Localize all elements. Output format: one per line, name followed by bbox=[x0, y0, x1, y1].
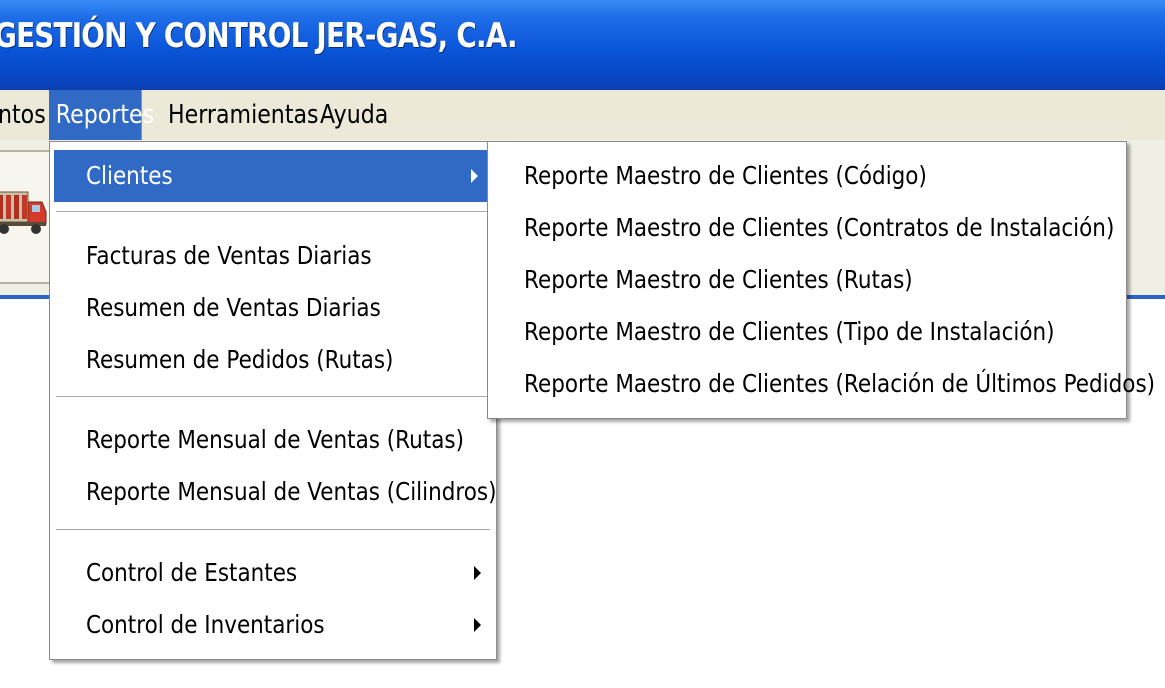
submenu-item-label: Reporte Maestro de Clientes (Código) bbox=[524, 161, 927, 190]
menu-item-resumen-ventas-diarias[interactable]: Resumen de Ventas Diarias bbox=[54, 282, 492, 334]
chevron-right-icon bbox=[474, 618, 481, 632]
menu-item-facturas-ventas-diarias[interactable]: Facturas de Ventas Diarias bbox=[54, 230, 492, 282]
reportes-menu: Clientes Facturas de Ventas Diarias Resu… bbox=[49, 141, 497, 660]
menu-movimientos[interactable]: ntos bbox=[0, 90, 46, 140]
menu-separator bbox=[56, 396, 490, 398]
chevron-right-icon bbox=[471, 169, 478, 183]
window-title: GESTIÓN Y CONTROL JER-GAS, C.A. bbox=[0, 16, 518, 56]
menu-item-control-estantes[interactable]: Control de Estantes bbox=[54, 547, 492, 599]
menu-item-clientes[interactable]: Clientes bbox=[54, 150, 492, 202]
menu-item-label: Resumen de Pedidos (Rutas) bbox=[86, 345, 394, 374]
menu-ayuda[interactable]: Ayuda bbox=[320, 90, 388, 140]
submenu-item-label: Reporte Maestro de Clientes (Relación de… bbox=[524, 369, 1156, 398]
menu-item-label: Reporte Mensual de Ventas (Rutas) bbox=[86, 425, 464, 454]
menu-reportes[interactable]: Reportes bbox=[49, 90, 154, 140]
clientes-submenu: Reporte Maestro de Clientes (Código) Rep… bbox=[487, 141, 1155, 419]
submenu-item-contratos-instalacion[interactable]: Reporte Maestro de Clientes (Contratos d… bbox=[492, 202, 1122, 254]
title-bar: GESTIÓN Y CONTROL JER-GAS, C.A. bbox=[0, 0, 1165, 90]
submenu-item-tipo-instalacion[interactable]: Reporte Maestro de Clientes (Tipo de Ins… bbox=[492, 306, 1122, 358]
menu-item-label: Control de Estantes bbox=[86, 558, 298, 587]
submenu-item-label: Reporte Maestro de Clientes (Contratos d… bbox=[524, 213, 1115, 242]
chevron-right-icon bbox=[474, 566, 481, 580]
submenu-item-label: Reporte Maestro de Clientes (Rutas) bbox=[524, 265, 913, 294]
menu-item-clientes-label: Clientes bbox=[86, 161, 173, 190]
menu-reportes-label: Reportes bbox=[55, 100, 155, 130]
gas-truck-icon bbox=[0, 191, 47, 234]
menu-separator bbox=[56, 529, 490, 531]
menu-item-label: Resumen de Ventas Diarias bbox=[86, 293, 381, 322]
menu-item-label: Control de Inventarios bbox=[86, 610, 325, 639]
submenu-item-rutas[interactable]: Reporte Maestro de Clientes (Rutas) bbox=[492, 254, 1122, 306]
menu-separator bbox=[56, 211, 490, 213]
menu-item-control-inventarios[interactable]: Control de Inventarios bbox=[54, 599, 492, 651]
truck-toolbar-button[interactable] bbox=[0, 150, 52, 284]
menu-herramientas[interactable]: Herramientas bbox=[168, 90, 319, 140]
submenu-item-label: Reporte Maestro de Clientes (Tipo de Ins… bbox=[524, 317, 1055, 346]
submenu-item-codigo[interactable]: Reporte Maestro de Clientes (Código) bbox=[492, 150, 1122, 202]
menu-item-resumen-pedidos-rutas[interactable]: Resumen de Pedidos (Rutas) bbox=[54, 334, 492, 386]
menu-item-reporte-mensual-cilindros[interactable]: Reporte Mensual de Ventas (Cilindros) bbox=[54, 466, 497, 518]
menu-item-label: Facturas de Ventas Diarias bbox=[86, 241, 372, 270]
menu-item-label: Reporte Mensual de Ventas (Cilindros) bbox=[86, 477, 497, 506]
menu-bar: ntos Reportes Herramientas Ayuda bbox=[0, 90, 1165, 141]
menu-item-reporte-mensual-rutas[interactable]: Reporte Mensual de Ventas (Rutas) bbox=[54, 414, 492, 466]
submenu-item-ultimos-pedidos[interactable]: Reporte Maestro de Clientes (Relación de… bbox=[492, 358, 1155, 410]
